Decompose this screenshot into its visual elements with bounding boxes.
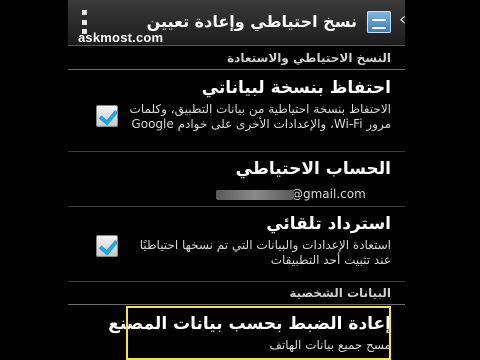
account-email-domain: @gmail.com xyxy=(291,187,366,201)
backup-data-checkbox[interactable] xyxy=(96,105,118,127)
factory-reset-highlight xyxy=(126,306,391,360)
section-header-label: النسخ الاحتياطي والاستعادة xyxy=(227,51,391,65)
letterbox-right xyxy=(405,0,480,360)
section-header-backup: النسخ الاحتياطي والاستعادة xyxy=(68,48,405,70)
pref-title: احتفاظ بنسخة لبياناتي xyxy=(201,78,391,98)
pref-title: استرداد تلقائي xyxy=(266,214,391,234)
letterbox-left xyxy=(0,0,68,360)
pref-title: الحساب الاحتياطي xyxy=(235,159,391,179)
settings-screen: نسخ احتياطي وإعادة تعيين ‹ askmost.com ا… xyxy=(68,0,405,360)
pref-summary: الاحتفاظ بنسخة احتياطية من بيانات التطبي… xyxy=(129,102,391,131)
account-email-redacted xyxy=(216,190,294,200)
section-header-label: البيانات الشخصية xyxy=(289,286,391,300)
page-title: نسخ احتياطي وإعادة تعيين xyxy=(146,12,357,31)
pref-summary: استعادة الإعدادات والبيانات التي تم نسخه… xyxy=(139,238,391,267)
settings-app-icon xyxy=(367,11,391,33)
pref-backup-my-data[interactable]: احتفاظ بنسخة لبياناتي الاحتفاظ بنسخة احت… xyxy=(68,72,405,152)
watermark-text: askmost.com xyxy=(78,30,164,45)
auto-restore-checkbox[interactable] xyxy=(96,235,118,257)
section-header-personal: البيانات الشخصية xyxy=(68,283,405,305)
pref-backup-account[interactable]: الحساب الاحتياطي @gmail.com xyxy=(68,153,405,207)
pref-auto-restore[interactable]: استرداد تلقائي استعادة الإعدادات والبيان… xyxy=(68,208,405,282)
back-icon[interactable]: ‹ xyxy=(399,9,405,30)
